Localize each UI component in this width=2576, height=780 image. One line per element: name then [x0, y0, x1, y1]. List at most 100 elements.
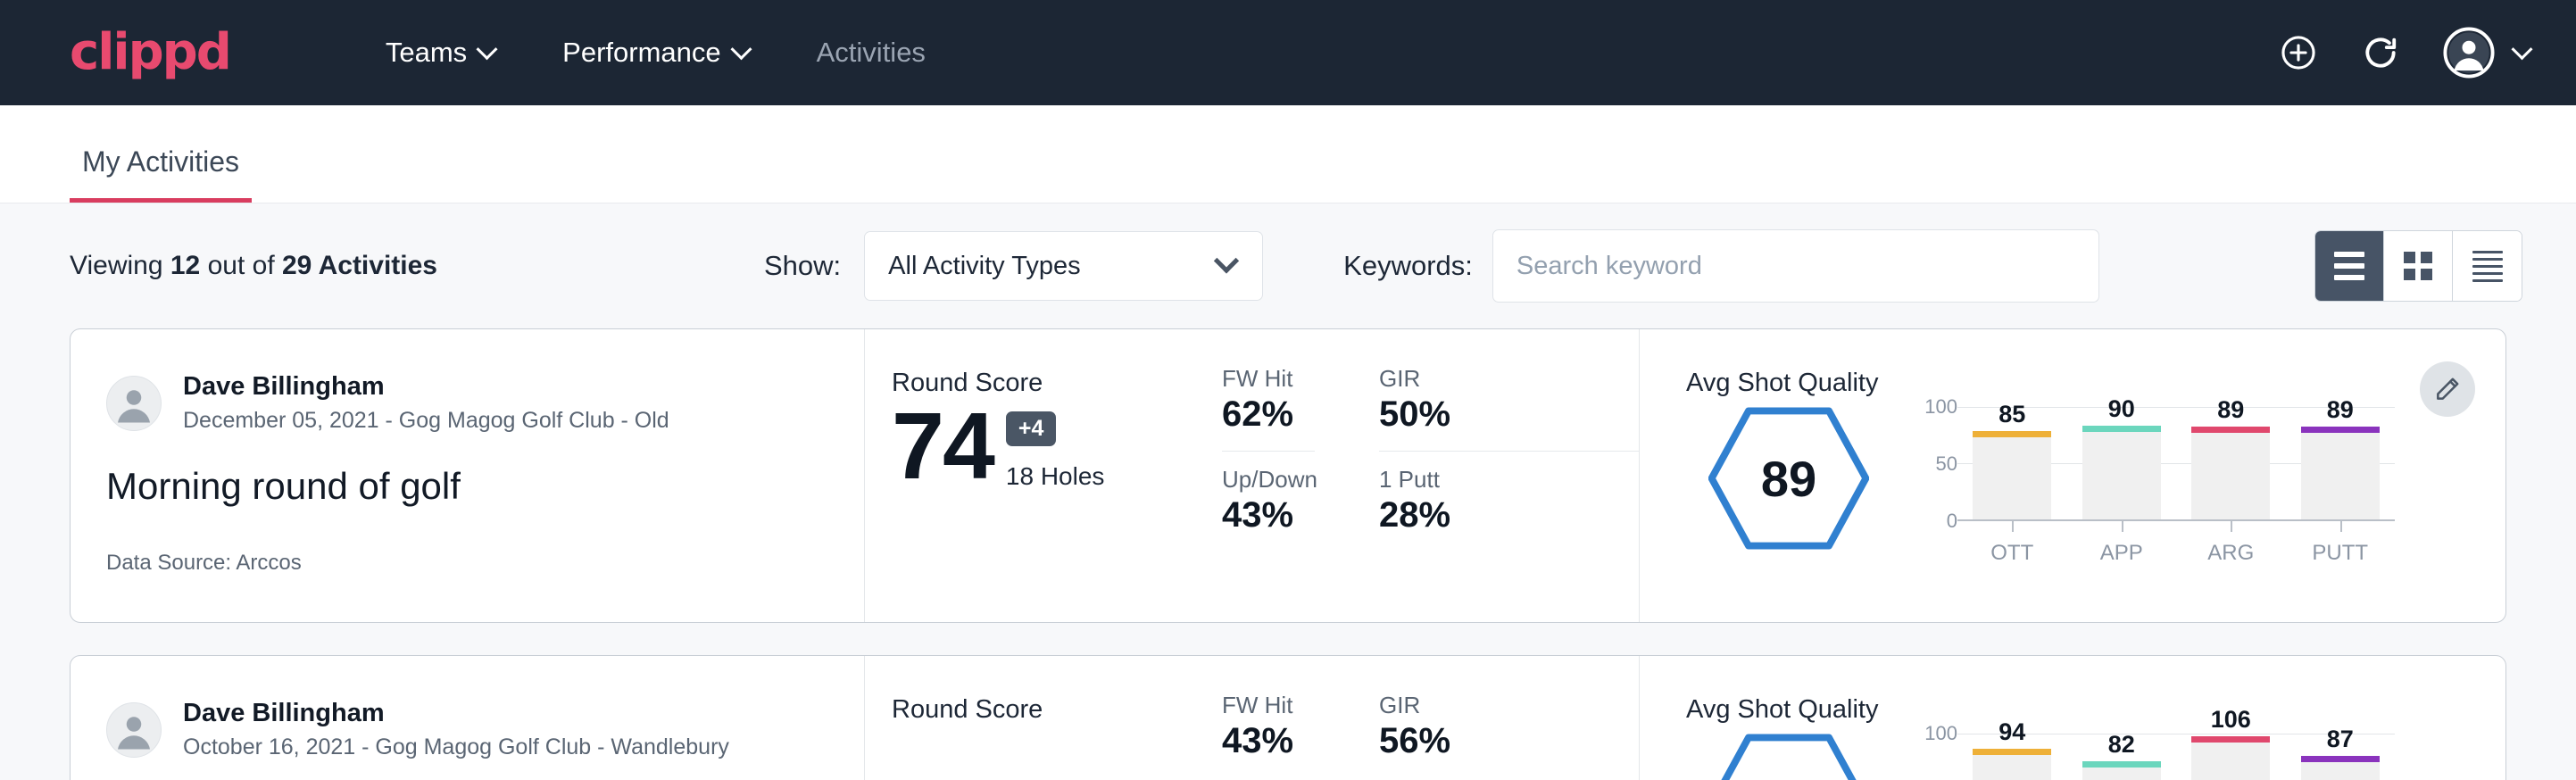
avatar [106, 376, 162, 431]
bar-ott: 85 [1973, 407, 2051, 519]
chart-plot-area: 85 90 89 89 [1957, 407, 2395, 521]
y-tick-100: 100 [1924, 722, 1957, 745]
avg-shot-quality-section: Avg Shot Quality 100 50 [1640, 656, 2505, 780]
activity-card[interactable]: Dave Billingham October 16, 2021 - Gog M… [70, 655, 2506, 780]
keywords-label: Keywords: [1343, 250, 1473, 282]
stat-one-putt-value: 28% [1379, 495, 1639, 535]
shot-quality-bar-chart: 100 50 0 85 90 89 89 [1909, 402, 2395, 566]
stat-fw-hit-label: FW Hit [1222, 365, 1315, 393]
search-input[interactable] [1492, 229, 2099, 303]
nav-item-performance-label: Performance [562, 37, 720, 69]
compact-view-button[interactable] [2453, 231, 2522, 301]
shot-quality-bar-chart: 100 50 0 94 82 106 87 [1909, 728, 2395, 780]
stat-gir-label: GIR [1379, 692, 1639, 719]
bar-value-label: 89 [2191, 396, 2270, 424]
nav-item-activities-label: Activities [817, 37, 926, 69]
tab-my-activities[interactable]: My Activities [70, 145, 252, 203]
holes-label: 18 Holes [1006, 462, 1105, 491]
bar-cap [2191, 736, 2270, 743]
add-circle-icon[interactable] [2279, 33, 2318, 72]
nav-item-performance[interactable]: Performance [528, 37, 782, 69]
x-tick-app: APP [2082, 521, 2161, 566]
round-score-row: 74 +4 18 Holes [892, 403, 1222, 491]
x-tick-arg: ARG [2191, 521, 2270, 566]
stat-gir-value: 56% [1379, 721, 1639, 761]
edit-pencil-icon [2433, 375, 2462, 403]
bar-arg: 89 [2191, 407, 2270, 519]
nav-item-teams[interactable]: Teams [352, 37, 528, 69]
bar-body [2082, 768, 2161, 780]
player-row: Dave Billingham December 05, 2021 - Gog … [106, 370, 825, 436]
activity-card-list: Dave Billingham December 05, 2021 - Gog … [0, 328, 2576, 780]
nav-actions [2279, 27, 2530, 79]
account-avatar-icon [2443, 27, 2495, 79]
stat-fw-hit: FW Hit 62% [1222, 365, 1315, 466]
bar-cap [2301, 427, 2380, 433]
bar-ott: 94 [1973, 734, 2051, 780]
chevron-down-icon [1214, 248, 1239, 273]
viewing-count: 12 [170, 251, 200, 280]
stat-up-down: Up/Down 43% [1222, 466, 1315, 535]
show-filter-group: Show: All Activity Types [764, 231, 1263, 301]
player-row: Dave Billingham October 16, 2021 - Gog M… [106, 697, 825, 763]
activity-card[interactable]: Dave Billingham December 05, 2021 - Gog … [70, 328, 2506, 623]
stat-gir: GIR 56% [1379, 692, 1639, 761]
round-score-value: 74 [892, 403, 993, 491]
bar-cap [1973, 431, 2051, 437]
avg-shot-quality-section: Avg Shot Quality 89 100 50 [1640, 329, 2505, 622]
divider [1222, 451, 1315, 452]
bar-cap [2301, 756, 2380, 762]
bar-app: 82 [2082, 734, 2161, 780]
show-label: Show: [764, 250, 841, 282]
tab-my-activities-label: My Activities [82, 145, 239, 178]
divider [1379, 451, 1639, 452]
stat-fw-hit-value: 43% [1222, 721, 1315, 761]
list-view-button[interactable] [2315, 231, 2384, 301]
round-stats-grid: FW Hit 43% GIR 56% [1222, 656, 1640, 780]
x-tick-ott: OTT [1973, 521, 2051, 566]
view-mode-toggle-group [2314, 230, 2522, 302]
bar-cap [2191, 427, 2270, 433]
activity-type-select-value: All Activity Types [888, 252, 1080, 281]
nav-item-activities[interactable]: Activities [783, 37, 960, 69]
main-nav-links: Teams Performance Activities [352, 37, 960, 69]
stat-gir: GIR 50% [1379, 365, 1639, 466]
bar-cap [1973, 749, 2051, 755]
top-navigation-bar: clippd Teams Performance Activities [0, 0, 2576, 105]
chevron-down-icon [477, 38, 498, 60]
edit-activity-button[interactable] [2420, 361, 2475, 417]
bar-arg: 106 [2191, 734, 2270, 780]
activity-meta: December 05, 2021 - Gog Magog Golf Club … [183, 406, 669, 436]
chart-plot-area: 94 82 106 87 [1957, 734, 2395, 780]
viewing-count-text: Viewing 12 out of 29 Activities [70, 251, 437, 281]
stat-fw-hit-label: FW Hit [1222, 692, 1315, 719]
y-tick-100: 100 [1924, 395, 1957, 419]
bar-body [2301, 433, 2380, 519]
activity-type-select[interactable]: All Activity Types [864, 231, 1263, 301]
avatar [106, 702, 162, 758]
bar-value-label: 89 [2301, 396, 2380, 424]
grid-view-button[interactable] [2384, 231, 2453, 301]
round-score-label: Round Score [892, 695, 1222, 725]
avg-shot-quality-value: 89 [1708, 407, 1869, 550]
nav-item-teams-label: Teams [386, 37, 467, 69]
y-tick-50: 50 [1936, 452, 1957, 476]
clippd-logo[interactable]: clippd [70, 28, 230, 78]
stat-up-down-label: Up/Down [1222, 466, 1315, 494]
stat-one-putt: 1 Putt 28% [1379, 466, 1639, 535]
stat-gir-label: GIR [1379, 365, 1639, 393]
bar-body [2191, 743, 2270, 780]
bar-value-label: 94 [1973, 718, 2051, 746]
account-menu[interactable] [2443, 27, 2530, 79]
x-tick-putt: PUTT [2301, 521, 2380, 566]
activity-data-source: Data Source: Arccos [106, 551, 825, 576]
player-name: Dave Billingham [183, 370, 669, 402]
avg-shot-quality-value [1708, 734, 1869, 780]
bar-putt: 89 [2301, 407, 2380, 519]
stat-fw-hit: FW Hit 43% [1222, 692, 1315, 761]
viewing-total: 29 Activities [282, 251, 437, 280]
bar-value-label: 87 [2301, 726, 2380, 753]
bar-cap [2082, 761, 2161, 768]
refresh-icon[interactable] [2361, 33, 2400, 72]
avg-shot-quality-label: Avg Shot Quality [1686, 369, 2505, 398]
